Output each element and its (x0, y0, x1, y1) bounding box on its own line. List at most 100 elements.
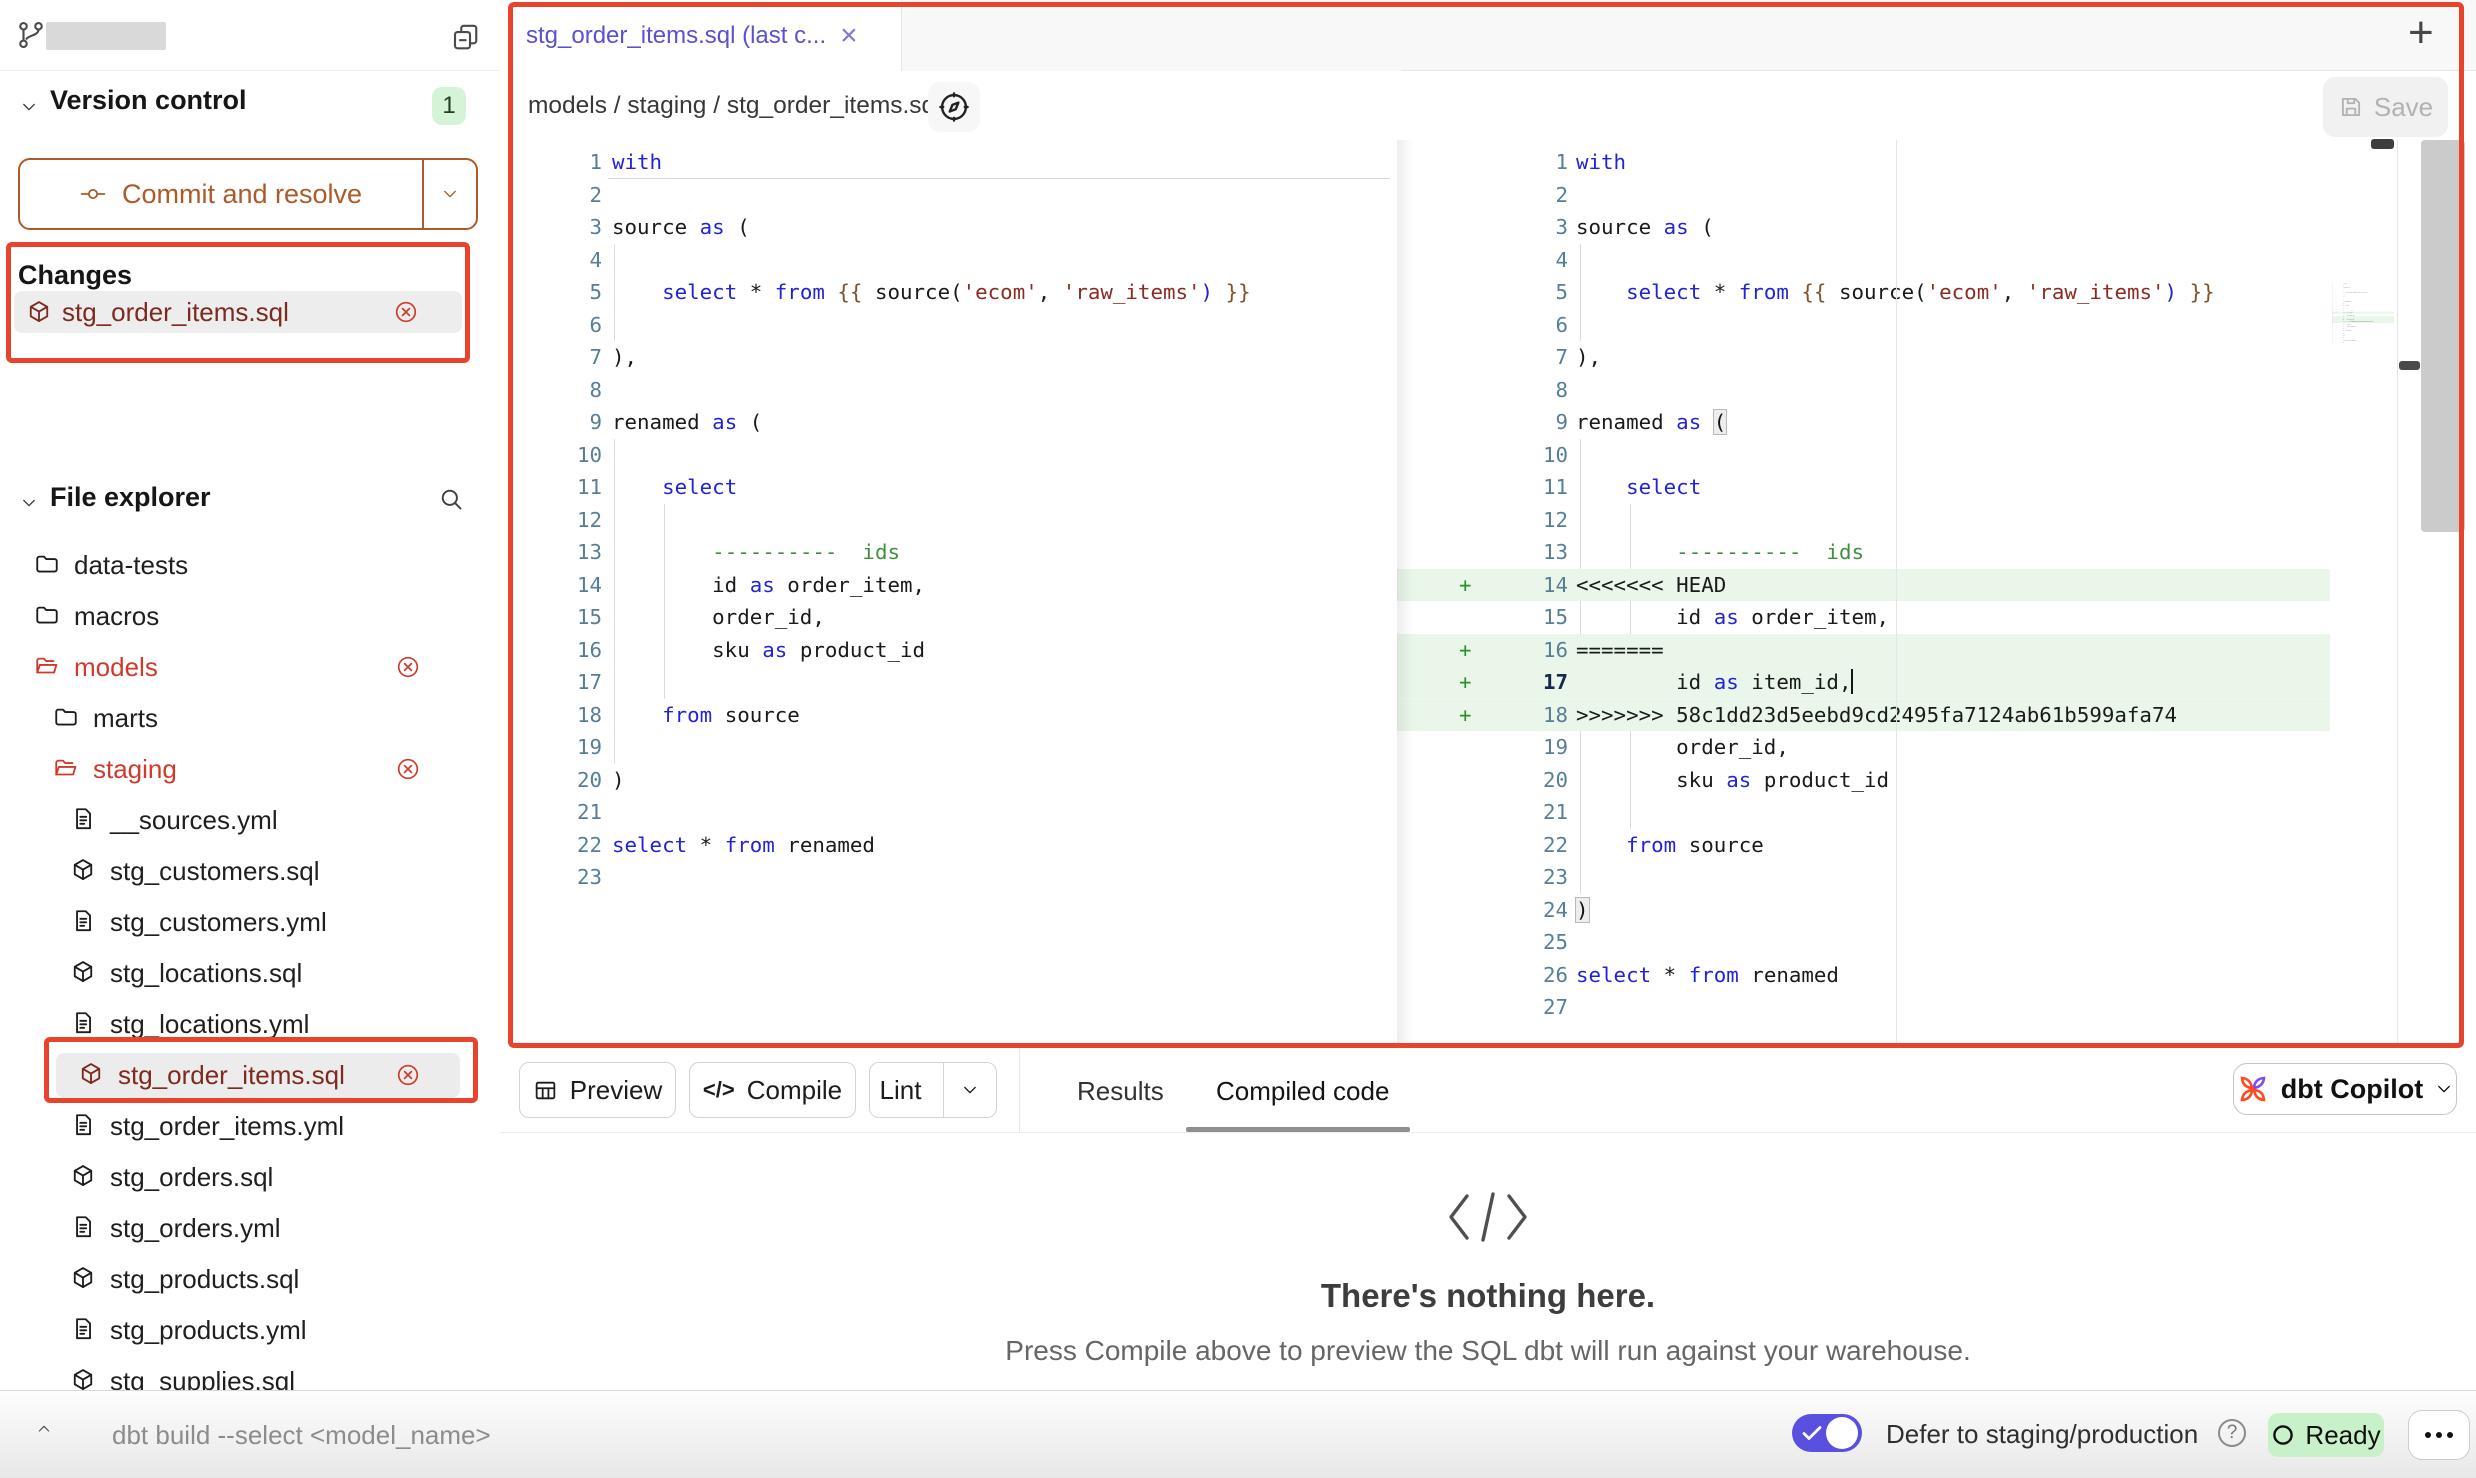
code-line-6[interactable]: 6 (1397, 309, 2397, 342)
code-line-24[interactable]: 24) (1397, 894, 2397, 927)
chevron-down-icon[interactable] (20, 494, 38, 512)
conflict-remove-icon[interactable] (396, 655, 420, 679)
code-line-10[interactable]: 10 (500, 439, 1396, 472)
conflict-remove-icon[interactable] (394, 300, 418, 324)
code-line-18[interactable]: +18>>>>>>> 58c1dd23d5eebd9cd2495fa7124ab… (1397, 699, 2397, 732)
copy-files-icon[interactable] (450, 22, 480, 52)
code-line-9[interactable]: 9renamed as ( (500, 406, 1396, 439)
code-line-12[interactable]: 12 (500, 504, 1396, 537)
help-icon[interactable]: ? (2218, 1419, 2246, 1447)
file-tree-item-stg-order-items-sql[interactable]: stg_order_items.sql (0, 1050, 500, 1101)
tab-compiled-code[interactable]: Compiled code (1216, 1076, 1389, 1107)
code-line-5[interactable]: 5 select * from {{ source('ecom', 'raw_i… (1397, 276, 2397, 309)
code-line-15[interactable]: 15 order_id, (500, 601, 1396, 634)
search-icon[interactable] (438, 486, 465, 513)
commit-and-resolve-button[interactable]: Commit and resolve (18, 158, 478, 230)
file-tree-item--sources-yml[interactable]: __sources.yml (0, 795, 500, 846)
file-tree-item-stg-orders-sql[interactable]: stg_orders.sql (0, 1152, 500, 1203)
file-tree-item-stg-products-sql[interactable]: stg_products.sql (0, 1254, 500, 1305)
commit-options-dropdown[interactable] (422, 160, 476, 228)
file-tree-item-stg-orders-yml[interactable]: stg_orders.yml (0, 1203, 500, 1254)
conflict-remove-icon[interactable] (396, 1063, 420, 1087)
changed-file-item[interactable]: stg_order_items.sql (14, 291, 462, 333)
right-pane-scrollbar-thumb[interactable] (2399, 361, 2420, 370)
code-line-8[interactable]: 8 (1397, 374, 2397, 407)
tab-close-icon[interactable]: × (840, 21, 858, 51)
code-line-5[interactable]: 5 select * from {{ source('ecom', 'raw_i… (500, 276, 1396, 309)
lint-button[interactable]: Lint (870, 1075, 931, 1106)
code-line-1[interactable]: 1with (500, 146, 1396, 179)
code-line-13[interactable]: 13 ---------- ids (500, 536, 1396, 569)
code-line-3[interactable]: 3source as ( (500, 211, 1396, 244)
code-line-26[interactable]: 26select * from renamed (1397, 959, 2397, 992)
minimap[interactable]: 1with23source as (45 select * from {{ so… (2332, 282, 2394, 402)
code-line-17[interactable]: 17 (500, 666, 1396, 699)
code-line-6[interactable]: 6 (500, 309, 1396, 342)
code-line-18[interactable]: 18 from source (500, 699, 1396, 732)
editor-tab-stg-order-items[interactable]: stg_order_items.sql (last c... × (500, 0, 902, 71)
code-line-22[interactable]: 22select * from renamed (500, 829, 1396, 862)
lineage-button[interactable] (928, 82, 980, 132)
left-pane-scrollbar-thumb[interactable] (2371, 139, 2394, 149)
code-line-9[interactable]: 9renamed as ( (1397, 406, 2397, 439)
code-line-25[interactable]: 25 (1397, 926, 2397, 959)
pane-divider[interactable] (1896, 140, 1897, 1048)
code-line-12[interactable]: 12 (1397, 504, 2397, 537)
code-line-14[interactable]: +14<<<<<<< HEAD (1397, 569, 2397, 602)
code-line-27[interactable]: 27 (2332, 341, 2394, 343)
file-tree-item-stg-customers-sql[interactable]: stg_customers.sql (0, 846, 500, 897)
ready-status-badge[interactable]: Ready (2268, 1413, 2384, 1457)
code-line-4[interactable]: 4 (500, 244, 1396, 277)
code-line-7[interactable]: 7), (500, 341, 1396, 374)
conflict-remove-icon[interactable] (396, 757, 420, 781)
code-line-2[interactable]: 2 (500, 179, 1396, 212)
preview-button[interactable]: Preview (519, 1062, 676, 1118)
code-line-22[interactable]: 22 from source (1397, 829, 2397, 862)
code-line-3[interactable]: 3source as ( (1397, 211, 2397, 244)
compile-button[interactable]: </> Compile (689, 1062, 856, 1118)
code-line-21[interactable]: 21 (1397, 796, 2397, 829)
code-line-20[interactable]: 20) (500, 764, 1396, 797)
file-tree-item-staging[interactable]: staging (0, 744, 500, 795)
code-line-1[interactable]: 1with (1397, 146, 2397, 179)
code-line-4[interactable]: 4 (1397, 244, 2397, 277)
code-line-16[interactable]: +16======= (1397, 634, 2397, 667)
save-button[interactable]: Save (2323, 77, 2448, 137)
chevron-down-icon[interactable] (20, 98, 38, 116)
file-tree-item-stg-locations-yml[interactable]: stg_locations.yml (0, 999, 500, 1050)
code-line-16[interactable]: 16 sku as product_id (500, 634, 1396, 667)
lint-dropdown-button[interactable] (943, 1063, 996, 1117)
code-line-13[interactable]: 13 ---------- ids (1397, 536, 2397, 569)
code-line-10[interactable]: 10 (1397, 439, 2397, 472)
file-tree-item-stg-customers-yml[interactable]: stg_customers.yml (0, 897, 500, 948)
file-tree-item-stg-supplies-sql[interactable]: stg_supplies.sql (0, 1356, 500, 1390)
file-tree-item-stg-locations-sql[interactable]: stg_locations.sql (0, 948, 500, 999)
code-line-19[interactable]: 19 (500, 731, 1396, 764)
defer-toggle[interactable] (1792, 1414, 1862, 1452)
file-tree-item-stg-order-items-yml[interactable]: stg_order_items.yml (0, 1101, 500, 1152)
diff-pane-original[interactable]: 1with23source as (45 select * from {{ so… (500, 140, 1396, 1048)
command-input[interactable] (110, 1409, 1614, 1461)
diff-pane-modified[interactable]: 1with23source as (45 select * from {{ so… (1397, 140, 2397, 1048)
code-line-27[interactable]: 27 (1397, 991, 2397, 1024)
code-line-11[interactable]: 11 select (500, 471, 1396, 504)
chevron-up-icon[interactable] (32, 1421, 56, 1437)
file-tree-item-data-tests[interactable]: data-tests (0, 540, 500, 591)
code-line-19[interactable]: 19 order_id, (1397, 731, 2397, 764)
editor-scrollbar-thumb[interactable] (2421, 140, 2465, 532)
code-line-2[interactable]: 2 (1397, 179, 2397, 212)
code-line-14[interactable]: 14 id as order_item, (500, 569, 1396, 602)
code-line-15[interactable]: 15 id as order_item, (1397, 601, 2397, 634)
code-line-8[interactable]: 8 (500, 374, 1396, 407)
tab-results[interactable]: Results (1077, 1076, 1164, 1107)
code-line-17[interactable]: +17 id as item_id, (1397, 666, 2397, 699)
code-line-20[interactable]: 20 sku as product_id (1397, 764, 2397, 797)
file-tree-item-stg-products-yml[interactable]: stg_products.yml (0, 1305, 500, 1356)
code-line-7[interactable]: 7), (1397, 341, 2397, 374)
code-line-23[interactable]: 23 (500, 861, 1396, 894)
dbt-copilot-button[interactable]: dbt Copilot (2233, 1063, 2457, 1115)
code-line-11[interactable]: 11 select (1397, 471, 2397, 504)
code-line-23[interactable]: 23 (1397, 861, 2397, 894)
overflow-menu-button[interactable] (2408, 1410, 2470, 1460)
file-tree-item-models[interactable]: models (0, 642, 500, 693)
